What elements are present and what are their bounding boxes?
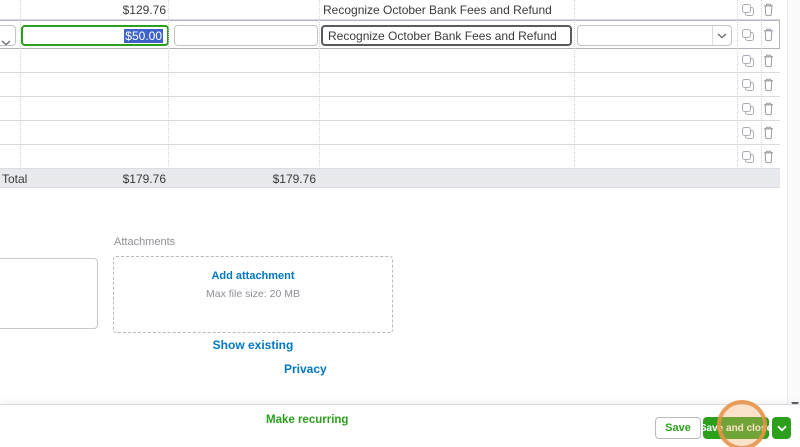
footer-bar: Make recurring Save Save and close [0,404,800,447]
column-divider [574,0,575,169]
vertical-scrollbar[interactable] [787,0,800,412]
column-divider [761,0,762,169]
delete-row-icon[interactable] [762,126,775,140]
add-attachment-link[interactable]: Add attachment [114,270,392,282]
save-and-close-button[interactable]: Save and close [703,417,769,439]
attachments-label: Attachments [114,236,175,248]
column-divider [737,0,738,169]
name-select[interactable] [577,25,732,46]
delete-row-icon[interactable] [762,78,775,92]
privacy-link[interactable]: Privacy [284,362,327,376]
empty-rows-container [0,49,780,169]
journal-lines-table: $129.76 Recognize October Bank Fees and … [0,0,780,188]
column-divider [20,0,21,169]
account-select[interactable] [0,25,16,46]
selected-amount-text: $50.00 [124,29,163,43]
delete-row-icon[interactable] [762,28,775,42]
copy-row-icon[interactable] [741,126,755,140]
save-options-dropdown-button[interactable] [772,417,791,439]
column-divider [319,0,320,169]
copy-row-icon[interactable] [741,28,755,42]
table-row[interactable] [0,73,780,97]
attachment-dropzone[interactable]: Add attachment Max file size: 20 MB [113,256,393,333]
make-recurring-button[interactable]: Make recurring [266,414,348,426]
copy-row-icon[interactable] [741,54,755,68]
delete-row-icon[interactable] [762,3,775,17]
total-debits: $179.76 [20,172,166,186]
max-file-size-text: Max file size: 20 MB [114,288,392,300]
table-row-active: $50.00 [0,20,780,49]
copy-row-icon[interactable] [741,102,755,116]
table-row[interactable] [0,145,780,169]
table-row[interactable] [0,121,780,145]
delete-row-icon[interactable] [762,54,775,68]
table-row[interactable] [0,97,780,121]
copy-row-icon[interactable] [741,3,755,17]
delete-row-icon[interactable] [762,102,775,116]
journal-entry-screen: $129.76 Recognize October Bank Fees and … [0,0,800,447]
copy-row-icon[interactable] [741,150,755,164]
chevron-down-icon[interactable] [712,26,731,45]
description-cell: Recognize October Bank Fees and Refund [323,3,552,17]
save-button[interactable]: Save [655,417,701,439]
delete-row-icon[interactable] [762,150,775,164]
total-row: Total $179.76 $179.76 [0,169,780,188]
column-divider [168,0,169,169]
total-credits: $179.76 [170,172,316,186]
memo-textarea[interactable] [0,258,98,329]
debits-cell: $129.76 [20,3,166,17]
show-existing-link[interactable]: Show existing [113,338,393,352]
table-row[interactable] [0,49,780,73]
credits-input[interactable] [174,25,318,46]
description-input[interactable] [321,25,572,46]
table-row[interactable]: $129.76 Recognize October Bank Fees and … [0,0,780,20]
debits-input[interactable]: $50.00 [21,25,169,46]
copy-row-icon[interactable] [741,78,755,92]
